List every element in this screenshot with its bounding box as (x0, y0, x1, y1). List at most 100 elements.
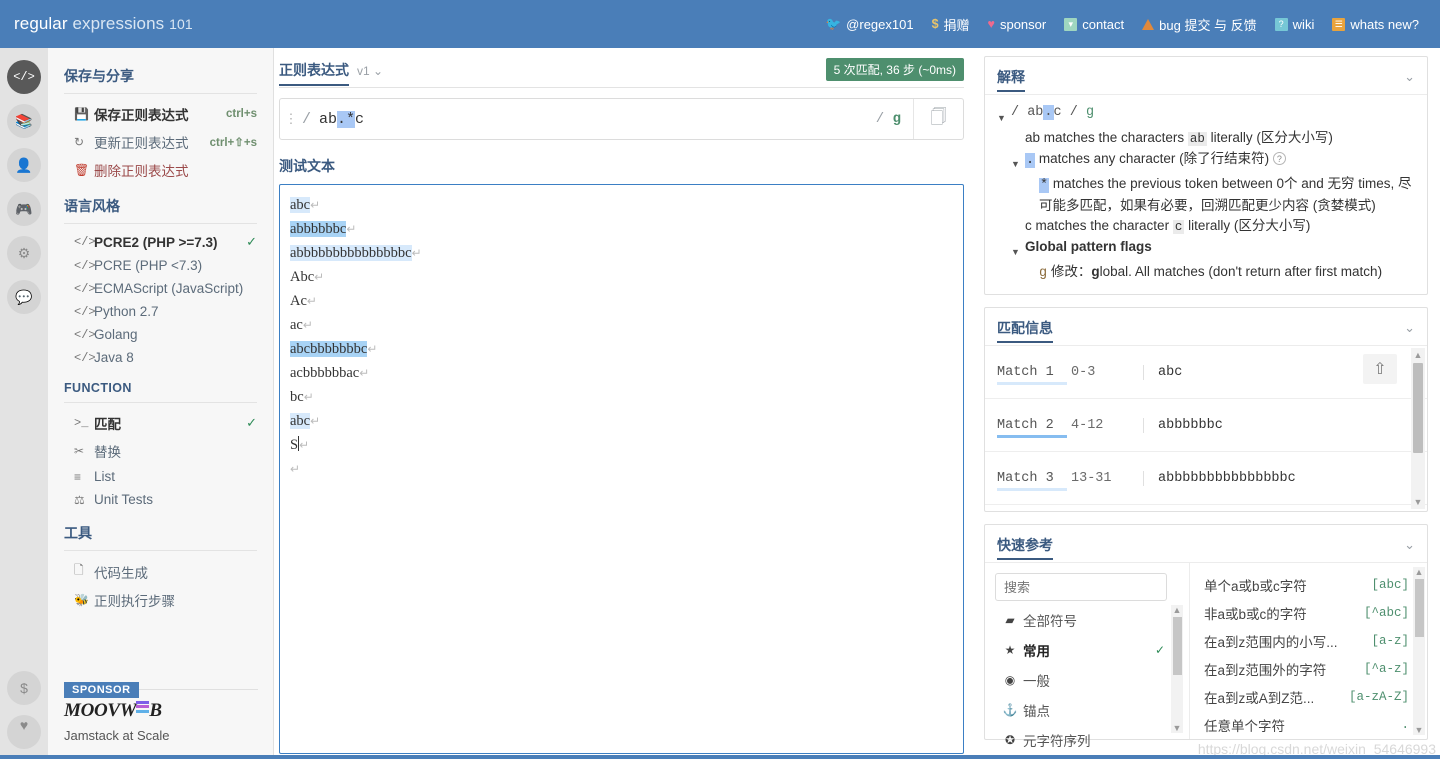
explanation-pattern-token: . (1043, 105, 1054, 120)
code-icon: </> (74, 350, 96, 365)
site-logo[interactable]: regular expressions 101 (14, 14, 193, 34)
sidebar-item-function-list[interactable]: ≡ List (64, 465, 257, 488)
scrollbar-thumb[interactable] (1172, 617, 1182, 675)
test-string-area[interactable]: abc↵ abbbbbbc↵ abbbbbbbbbbbbbbbc↵ Abc↵ Ac↵ ac… (279, 184, 964, 754)
sidebar-item-function-substitution[interactable]: ✂ 替换 (64, 437, 257, 465)
match-row[interactable]: Match 2 4-12 abbbbbbc (985, 399, 1427, 452)
sponsor-logo[interactable]: MOOVW B (64, 700, 258, 722)
explanation-text: . matches any character (除了行结束符) ? (1025, 149, 1286, 174)
sidebar-item-code-generator[interactable]: 🗋 代码生成 (64, 557, 257, 586)
scroll-down-icon[interactable]: ▼ (1414, 497, 1423, 507)
regex-debugger-label: 正则执行步骤 (94, 594, 175, 609)
rail-account-icon[interactable]: 👤 (7, 148, 41, 182)
quick-ref-entry[interactable]: 在a到z范围外的字符 [^a-z] (1204, 655, 1427, 683)
share-icon[interactable]: ⇧ (1363, 354, 1397, 384)
sidebar-item-update-regex[interactable]: ↻ 更新正则表达式 ctrl+⇧+s (64, 128, 257, 156)
nav-sponsor[interactable]: ♥ sponsor (979, 17, 1056, 32)
rail-gamepad-icon[interactable]: 🎮 (7, 192, 41, 226)
sidebar-item-flavor-pcre[interactable]: </> PCRE (PHP <7.3) (64, 254, 257, 277)
sidebar-item-flavor-python[interactable]: </> Python 2.7 (64, 300, 257, 323)
nav-twitter[interactable]: 🐦 @regex101 (817, 17, 923, 32)
chevron-down-icon[interactable]: ⌄ (1404, 320, 1415, 336)
entry-label: 在a到z范围外的字符 (1204, 663, 1327, 678)
quick-ref-entry[interactable]: 非a或b或c的字符 [^abc] (1204, 599, 1427, 627)
logo-word-1: regular (14, 14, 68, 33)
scroll-up-icon[interactable]: ▲ (1415, 567, 1424, 577)
triangle-down-icon[interactable]: ▼ (1011, 237, 1025, 262)
scrollbar-thumb[interactable] (1414, 579, 1424, 637)
scroll-down-icon[interactable]: ▼ (1415, 725, 1424, 735)
sidebar-item-flavor-java[interactable]: </> Java 8 (64, 346, 257, 369)
flavor-pcre2-label: PCRE2 (PHP >=7.3) (94, 234, 218, 250)
triangle-down-icon[interactable]: ▼ (997, 103, 1011, 128)
scroll-down-icon[interactable]: ▼ (1173, 723, 1182, 733)
quick-ref-category[interactable]: ✪ 元字符序列 (995, 725, 1175, 755)
match-info-scrollbar[interactable]: ▲ ▼ (1411, 348, 1425, 509)
rail-code-icon[interactable]: </> (7, 60, 41, 94)
sidebar-item-flavor-golang[interactable]: </> Golang (64, 323, 257, 346)
sidebar-item-function-match[interactable]: >_ 匹配 ✓ (64, 409, 257, 437)
check-icon: ✓ (246, 234, 257, 249)
version-selector[interactable]: v1 ⌄ (357, 64, 383, 78)
donate-dollar-icon: $ (20, 680, 28, 696)
trash-icon: 🗑 (74, 163, 90, 177)
quick-reference-header: 快速参考 ⌄ (985, 525, 1427, 563)
rail-chat-icon[interactable]: 💬 (7, 280, 41, 314)
nav-bug[interactable]: bug 提交 与 反馈 (1133, 15, 1266, 34)
rail-sponsor-heart-icon[interactable]: ♥ (7, 715, 41, 749)
sidebar-item-delete-regex[interactable]: 🗑 删除正则表达式 (64, 156, 257, 184)
entries-scrollbar[interactable]: ▲ ▼ (1413, 567, 1425, 735)
function-substitution-label: 替换 (94, 445, 121, 460)
search-input[interactable] (995, 573, 1167, 601)
nav-contact[interactable]: ▾ contact (1055, 17, 1133, 32)
quick-ref-entry[interactable]: 在a到z范围内的小写... [a-z] (1204, 627, 1427, 655)
quick-ref-category[interactable]: ▰ 全部符号 (995, 605, 1175, 635)
drag-handle-icon[interactable]: ⋮ (280, 112, 302, 125)
nav-donate[interactable]: $ 捐赠 (923, 15, 979, 34)
match-row[interactable]: Match 1 0-3 abc (985, 346, 1427, 399)
quick-ref-category[interactable]: ★ 常用 ✓ (995, 635, 1175, 665)
function-list-label: List (94, 469, 116, 484)
test-line-text: S (290, 437, 299, 453)
nav-whats-new[interactable]: ☰ whats new? (1323, 17, 1428, 32)
newline-icon: ↵ (314, 270, 325, 284)
category-scrollbar[interactable]: ▲ ▼ (1171, 605, 1183, 733)
test-line-text: abc (290, 197, 311, 213)
sidebar-item-flavor-pcre2[interactable]: </> PCRE2 (PHP >=7.3) ✓ (64, 230, 257, 254)
explanation-line: ▼. matches any character (除了行结束符) ? (997, 149, 1415, 174)
sidebar-item-function-unit-tests[interactable]: ⚖ Unit Tests (64, 488, 257, 511)
quick-ref-category[interactable]: ◉ 一般 (995, 665, 1175, 695)
rail-library-icon[interactable]: 📚 (7, 104, 41, 138)
quick-ref-entry[interactable]: 在a到z或A到Z范... [a-zA-Z] (1204, 683, 1427, 711)
regex-input-box[interactable]: ⋮ / ab.*c / g 🗍 (279, 98, 964, 140)
scroll-up-icon[interactable]: ▲ (1414, 350, 1423, 360)
sidebar-item-save-regex[interactable]: 💾 保存正则表达式 ctrl+s (64, 100, 257, 128)
triangle-down-icon[interactable]: ▼ (1011, 149, 1025, 174)
match-count-badge: 5 次匹配, 36 步 (~0ms) (825, 58, 964, 81)
sidebar-item-regex-debugger[interactable]: 🐝 正则执行步骤 (64, 586, 257, 614)
flavor-python-label: Python 2.7 (94, 304, 159, 319)
rail-gear-icon[interactable]: ⚙ (7, 236, 41, 270)
code-icon: </> (74, 235, 96, 249)
entry-label: 非a或b或c的字符 (1204, 607, 1307, 622)
rail-donate-icon[interactable]: $ (7, 671, 41, 705)
match-row[interactable]: Match 3 13-31 abbbbbbbbbbbbbbbc (985, 452, 1427, 505)
function-match-label: 匹配 (94, 417, 121, 432)
regex-flags[interactable]: / g (876, 111, 913, 127)
entry-label: 任意单个字符 (1204, 719, 1285, 734)
scrollbar-thumb[interactable] (1413, 363, 1423, 453)
sidebar-item-flavor-ecmascript[interactable]: </> ECMAScript (JavaScript) (64, 277, 257, 300)
scroll-up-icon[interactable]: ▲ (1173, 605, 1182, 615)
chevron-down-icon[interactable]: ⌄ (1404, 69, 1415, 85)
quick-ref-category[interactable]: ⚓ 锚点 (995, 695, 1175, 725)
match-range: 4-12 (1071, 417, 1104, 433)
explanation-flag: g (1039, 266, 1048, 281)
regex-input[interactable]: ab.*c (311, 110, 876, 128)
quick-ref-entry[interactable]: 任意单个字符. (1204, 711, 1427, 739)
help-icon[interactable]: ? (1272, 152, 1286, 165)
chevron-down-icon[interactable]: ⌄ (1404, 537, 1415, 553)
copy-icon[interactable]: 🗍 (913, 99, 963, 139)
nav-wiki[interactable]: ? wiki (1266, 17, 1324, 32)
quick-ref-entry[interactable]: 单个a或b或c字符 [abc] (1204, 571, 1427, 599)
